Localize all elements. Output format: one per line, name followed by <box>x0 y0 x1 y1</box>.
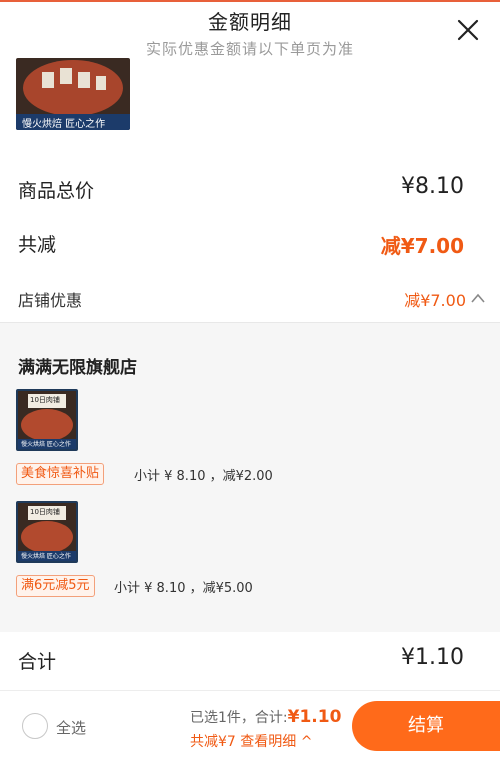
list-item: 10日肉铺 慢火烘焙 匠心之作 美食惊喜补贴 小计 ¥ 8.10 ，减¥2.00 <box>16 389 486 499</box>
item-subtotal: 小计 ¥ 8.10 ，减¥5.00 <box>114 581 253 596</box>
reduce-label: 共减 <box>18 234 57 256</box>
modal-header: 金额明细 实际优惠金额请以下单页为准 <box>0 0 500 60</box>
thumb-title: 10日肉铺 <box>30 508 60 516</box>
total-value: ¥8.10 <box>401 174 464 199</box>
selected-amount: ¥1.10 <box>287 707 342 727</box>
close-icon[interactable] <box>454 16 482 44</box>
sum-label: 合计 <box>18 651 57 673</box>
reduce-value: 减¥7.00 <box>380 234 464 258</box>
thumb-title: 10日肉铺 <box>30 396 60 404</box>
product-thumbnail[interactable]: 10日肉铺 慢火烘焙 匠心之作 <box>16 501 78 563</box>
bottom-bar: 全选 已选1件，合计:¥1.10 共减¥7 查看明细 ^ 结算 <box>0 690 500 759</box>
view-detail-link[interactable]: 共减¥7 查看明细 ^ <box>190 731 312 751</box>
total-row: 商品总价 ¥8.10 <box>0 172 500 208</box>
modal-title: 金额明细 <box>208 10 292 34</box>
list-item: 10日肉铺 慢火烘焙 匠心之作 满6元减5元 小计 ¥ 8.10 ，减¥5.00 <box>16 501 486 611</box>
promo-tag: 满6元减5元 <box>16 575 95 597</box>
store-discount-label: 店铺优惠 <box>18 291 83 310</box>
discount-detail-panel: 满满无限旗舰店 10日肉铺 慢火烘焙 匠心之作 美食惊喜补贴 小计 ¥ 8.10… <box>0 322 500 632</box>
selected-summary: 已选1件，合计:¥1.10 <box>190 707 341 727</box>
promo-tag: 美食惊喜补贴 <box>16 463 105 485</box>
select-all-radio[interactable] <box>22 713 48 739</box>
item-subtotal: 小计 ¥ 8.10 ，减¥2.00 <box>134 469 273 484</box>
select-all-label[interactable]: 全选 <box>56 717 86 738</box>
total-label: 商品总价 <box>18 180 95 202</box>
reduce-row: 共减 减¥7.00 <box>0 226 500 262</box>
product-image-top: 慢火烘焙 匠心之作 <box>16 58 130 130</box>
sum-row: 合计 ¥1.10 <box>0 643 500 677</box>
thumb-caption: 慢火烘焙 匠心之作 <box>21 553 71 560</box>
store-discount-value: 减¥7.00 <box>404 291 466 310</box>
top-image-caption: 慢火烘焙 匠心之作 <box>22 119 106 130</box>
store-discount-row[interactable]: 店铺优惠 减¥7.00 <box>0 283 500 313</box>
thumb-caption: 慢火烘焙 匠心之作 <box>21 441 71 448</box>
selected-prefix: 已选1件，合计: <box>190 710 288 726</box>
product-thumbnail[interactable]: 10日肉铺 慢火烘焙 匠心之作 <box>16 389 78 451</box>
shop-name: 满满无限旗舰店 <box>18 358 137 378</box>
chevron-up-icon[interactable] <box>470 290 486 304</box>
sum-value: ¥1.10 <box>401 645 464 670</box>
checkout-button[interactable]: 结算 <box>352 701 500 751</box>
modal-subtitle: 实际优惠金额请以下单页为准 <box>145 40 354 58</box>
